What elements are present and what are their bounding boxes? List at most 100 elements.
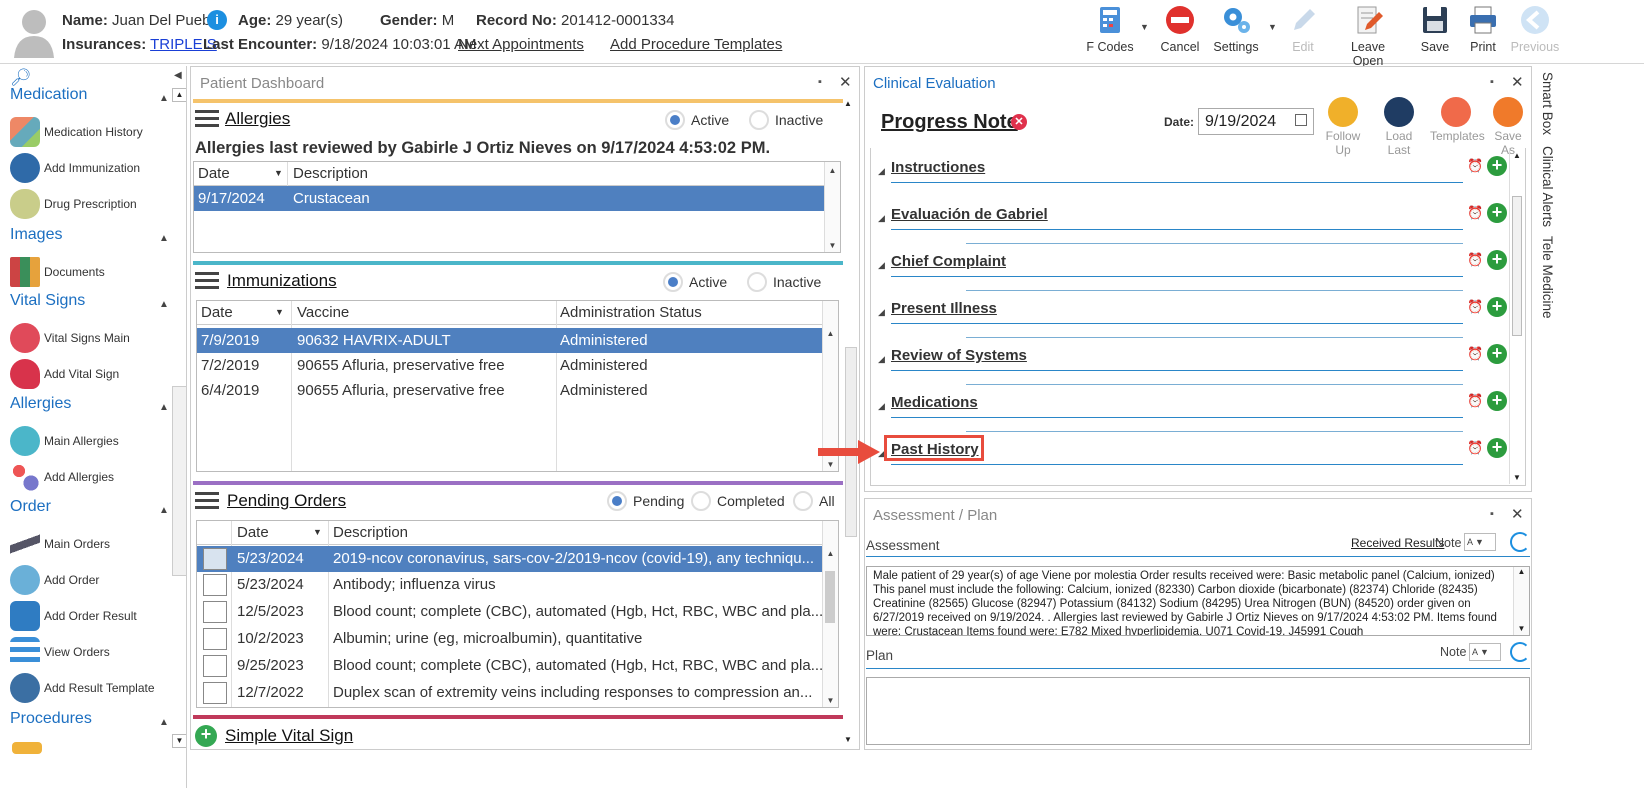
menu-icon[interactable] xyxy=(195,110,219,128)
pin-icon[interactable]: ▪ xyxy=(818,76,822,88)
sidebar-item-vital-signs-main[interactable]: Vital Signs Main xyxy=(10,322,130,354)
remove-note-icon[interactable]: ✕ xyxy=(1011,114,1027,130)
add-procedure-templates-link[interactable]: Add Procedure Templates xyxy=(610,36,782,53)
add-icon[interactable]: + xyxy=(1487,438,1507,458)
chevron-up-icon[interactable]: ▲ xyxy=(159,402,169,413)
sort-icon[interactable]: ▼ xyxy=(274,168,283,178)
column-header-date[interactable]: Date xyxy=(201,304,233,321)
alarm-icon[interactable]: ⏰ xyxy=(1467,252,1483,268)
table-row[interactable]: 6/4/2019 90655 Afluria, preservative fre… xyxy=(197,378,822,403)
menu-icon[interactable] xyxy=(195,272,219,290)
column-header-status[interactable]: Administration Status xyxy=(560,304,702,321)
close-icon[interactable]: ✕ xyxy=(1511,505,1524,523)
close-icon[interactable]: ✕ xyxy=(1511,73,1524,91)
column-header-description[interactable]: Description xyxy=(333,524,408,541)
section-label[interactable]: Evaluación de Gabriel xyxy=(891,206,1048,223)
section-label[interactable]: Medications xyxy=(891,394,978,411)
sidebar-item-main-orders[interactable]: Main Orders xyxy=(10,528,110,560)
plan-textarea[interactable] xyxy=(866,677,1530,745)
info-icon[interactable]: i xyxy=(207,10,227,30)
table-row[interactable]: 7/9/2019 90632 HAVRIX-ADULT Administered xyxy=(197,328,822,353)
section-order[interactable]: Order xyxy=(10,498,51,516)
allergies-inactive-radio[interactable]: Inactive xyxy=(749,110,823,130)
vertical-scrollbar[interactable]: ▲ ▼ xyxy=(822,521,838,707)
collapse-sidebar-icon[interactable]: ◀ xyxy=(174,70,182,81)
sidebar-item-add-result-template[interactable]: Add Result Template xyxy=(10,672,155,704)
expand-icon[interactable]: ◢ xyxy=(878,260,885,271)
vertical-scrollbar[interactable]: ▲ ▼ xyxy=(824,162,840,252)
calendar-icon[interactable] xyxy=(1295,114,1307,126)
sidebar-scroll-down[interactable]: ▼ xyxy=(172,734,186,748)
save-button[interactable]: Save xyxy=(1414,4,1456,60)
chevron-up-icon[interactable]: ▲ xyxy=(159,717,169,728)
sidebar-item-add-immunization[interactable]: Add Immunization xyxy=(10,152,140,184)
plan-format-dropdown[interactable]: A ▼ xyxy=(1469,643,1501,661)
row-checkbox[interactable] xyxy=(203,601,227,623)
section-procedures[interactable]: Procedures xyxy=(10,710,92,728)
tab-clinical-alerts[interactable]: Clinical Alerts xyxy=(1540,146,1555,227)
column-header-description[interactable]: Description xyxy=(293,165,368,182)
table-row[interactable]: 7/2/2019 90655 Afluria, preservative fre… xyxy=(197,353,822,378)
column-header-date[interactable]: Date xyxy=(198,165,230,182)
table-row[interactable]: 9/25/2023 Blood count; complete (CBC), a… xyxy=(197,653,823,680)
section-chief-complaint[interactable]: ◢ Chief Complaint xyxy=(878,248,1463,295)
chevron-up-icon[interactable]: ▲ xyxy=(159,93,169,104)
column-header-vaccine[interactable]: Vaccine xyxy=(297,304,349,321)
sidebar-item-drug-prescription[interactable]: Drug Prescription xyxy=(10,188,137,220)
allergies-active-radio[interactable]: Active xyxy=(665,110,729,130)
section-review-of-systems[interactable]: ◢ Review of Systems xyxy=(878,342,1463,389)
expand-icon[interactable]: ◢ xyxy=(878,354,885,365)
note-format-dropdown[interactable]: A ▼ xyxy=(1464,533,1496,551)
leave-open-button[interactable]: Leave Open xyxy=(1336,4,1400,68)
sort-icon[interactable]: ▼ xyxy=(275,307,284,317)
tab-tele-medicine[interactable]: Tele Medicine xyxy=(1540,236,1555,319)
fcodes-button[interactable]: F Codes xyxy=(1086,4,1134,60)
alarm-icon[interactable]: ⏰ xyxy=(1467,440,1483,456)
print-button[interactable]: Print xyxy=(1462,4,1504,60)
sidebar-item-documents[interactable]: Documents xyxy=(10,256,105,288)
row-checkbox[interactable] xyxy=(203,682,227,704)
section-evaluacion-de-gabriel[interactable]: ◢ Evaluación de Gabriel xyxy=(878,201,1463,248)
immunizations-inactive-radio[interactable]: Inactive xyxy=(747,272,821,292)
add-vital-sign-icon[interactable]: + xyxy=(195,725,217,747)
pin-icon[interactable]: ▪ xyxy=(1490,76,1494,88)
refresh-icon[interactable] xyxy=(1510,532,1530,552)
sidebar-item-main-allergies[interactable]: Main Allergies xyxy=(10,425,119,457)
close-icon[interactable]: ✕ xyxy=(839,73,852,91)
orders-completed-radio[interactable]: Completed xyxy=(691,491,785,511)
sidebar-item-add-order-result[interactable]: Add Order Result xyxy=(10,600,137,632)
date-field[interactable]: 9/19/2024 xyxy=(1198,108,1314,135)
assessment-scrollbar[interactable]: ▲ ▼ xyxy=(1513,567,1529,635)
add-icon[interactable]: + xyxy=(1487,391,1507,411)
section-label[interactable]: Instructiones xyxy=(891,159,985,176)
table-row[interactable]: 5/23/2024 Antibody; influenza virus xyxy=(197,572,822,599)
received-results-link[interactable]: Received Results xyxy=(1351,536,1444,550)
add-icon[interactable]: + xyxy=(1487,297,1507,317)
column-header-date[interactable]: Date xyxy=(237,524,269,541)
templates-button[interactable]: Templates xyxy=(1430,97,1485,143)
allergies-title[interactable]: Allergies xyxy=(225,109,290,129)
pending-orders-title[interactable]: Pending Orders xyxy=(227,491,346,511)
expand-icon[interactable]: ◢ xyxy=(878,307,885,318)
section-label[interactable]: Review of Systems xyxy=(891,347,1027,364)
table-row[interactable]: 10/2/2023 Albumin; urine (eg, microalbum… xyxy=(197,626,822,653)
sidebar-item-view-orders[interactable]: View Orders xyxy=(10,636,110,668)
sidebar-item-medication-history[interactable]: Medication History xyxy=(10,116,143,148)
table-row[interactable]: 9/17/2024 Crustacean xyxy=(194,186,824,211)
expand-icon[interactable]: ◢ xyxy=(878,401,885,412)
next-appointments-link[interactable]: Next Appointments xyxy=(458,36,584,53)
cancel-button[interactable]: Cancel xyxy=(1158,4,1202,60)
table-row[interactable]: 12/5/2023 Blood count; complete (CBC), a… xyxy=(197,599,823,626)
menu-icon[interactable] xyxy=(195,492,219,510)
add-icon[interactable]: + xyxy=(1487,344,1507,364)
sidebar-scrollbar[interactable] xyxy=(172,386,186,576)
section-images[interactable]: Images xyxy=(10,226,62,244)
alarm-icon[interactable]: ⏰ xyxy=(1467,393,1483,409)
alarm-icon[interactable]: ⏰ xyxy=(1467,205,1483,221)
alarm-icon[interactable]: ⏰ xyxy=(1467,346,1483,362)
sidebar-item-add-order[interactable]: Add Order xyxy=(10,564,99,596)
dashboard-scroll-up[interactable]: ▲ xyxy=(844,99,852,108)
table-row[interactable]: 5/23/2024 2019-ncov coronavirus, sars-co… xyxy=(197,546,822,572)
immunizations-title[interactable]: Immunizations xyxy=(227,271,337,291)
section-vital-signs[interactable]: Vital Signs xyxy=(10,292,85,310)
